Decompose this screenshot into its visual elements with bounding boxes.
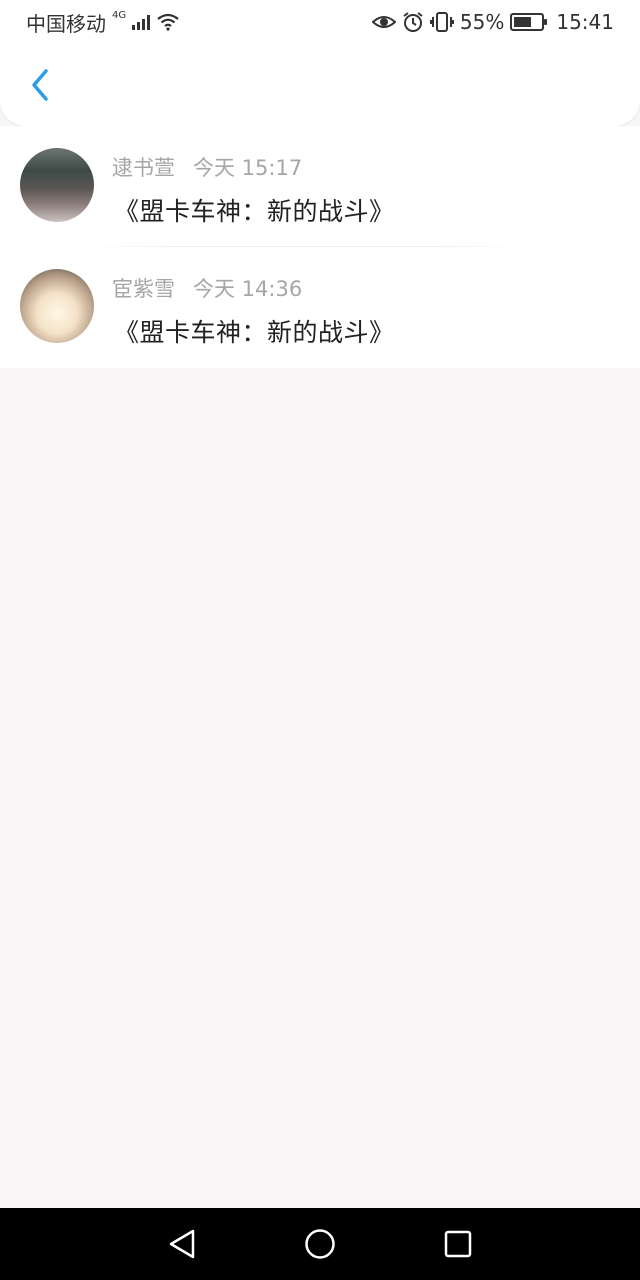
carrier-label: 中国移动 [26, 11, 106, 36]
alarm-icon [402, 11, 424, 33]
recents-square-icon [444, 1230, 472, 1258]
message-list: 逮书萱 今天 15:17 《盟卡车神：新的战斗》 宦紫雪 今天 14:36 《盟… [0, 126, 640, 368]
message-title: 《盟卡车神：新的战斗》 [114, 197, 395, 226]
vibrate-icon [429, 11, 454, 33]
battery-icon [510, 13, 548, 31]
system-back-button[interactable] [162, 1224, 202, 1264]
list-item[interactable]: 宦紫雪 今天 14:36 《盟卡车神：新的战斗》 [0, 247, 640, 368]
avatar[interactable] [20, 269, 94, 343]
back-button[interactable] [20, 65, 60, 105]
status-bar: 中国移动 4G 55% 15:41 [0, 0, 640, 44]
message-title: 《盟卡车神：新的战斗》 [114, 318, 395, 347]
battery-percent: 55% [459, 10, 505, 34]
eye-icon [371, 13, 396, 31]
author-name: 宦紫雪 [112, 277, 175, 301]
screen: 中国移动 4G 55% 15:41 逮书萱 今天 15:17 《盟卡车神：新的战… [0, 0, 640, 1280]
timestamp: 今天 15:17 [193, 156, 303, 180]
system-recents-button[interactable] [438, 1224, 478, 1264]
chevron-left-icon [32, 69, 48, 101]
avatar[interactable] [20, 148, 94, 222]
message-meta: 宦紫雪 今天 14:36 [112, 273, 302, 303]
signal-icon [132, 14, 151, 30]
list-item[interactable]: 逮书萱 今天 15:17 《盟卡车神：新的战斗》 [0, 126, 640, 247]
header: 中国移动 4G 55% 15:41 [0, 0, 640, 126]
timestamp: 今天 14:36 [193, 277, 303, 301]
status-right: 55% 15:41 [371, 10, 614, 34]
nav-bar [0, 44, 640, 126]
back-triangle-icon [169, 1229, 195, 1259]
wifi-icon [156, 13, 180, 31]
author-name: 逮书萱 [112, 156, 175, 180]
message-meta: 逮书萱 今天 15:17 [112, 152, 302, 182]
network-type: 4G [112, 9, 127, 21]
home-circle-icon [305, 1229, 335, 1259]
clock: 15:41 [556, 10, 614, 34]
system-home-button[interactable] [300, 1224, 340, 1264]
status-left: 中国移动 4G [26, 8, 180, 37]
system-navigation-bar [0, 1208, 640, 1280]
